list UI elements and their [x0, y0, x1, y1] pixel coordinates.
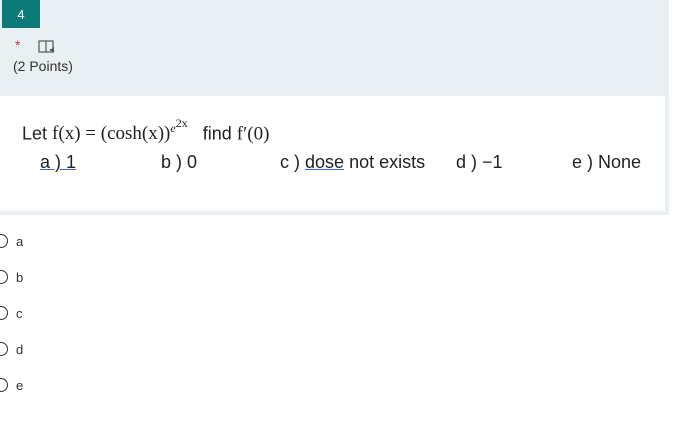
radio-button[interactable]: [0, 378, 8, 392]
option-b-text: b ) 0: [161, 152, 198, 172]
radio-button[interactable]: [0, 306, 8, 320]
option-a-text: a ) 1: [40, 152, 77, 172]
points-label: (2 Points): [13, 58, 73, 74]
choice-e[interactable]: e: [0, 375, 23, 395]
stem-suffix: find: [202, 123, 232, 144]
stem-prefix: Let: [22, 123, 48, 144]
choice-label: d: [16, 341, 24, 357]
choice-label: c: [16, 305, 23, 321]
option-e-text: e ) None: [572, 152, 642, 172]
stem-target: f′(0): [236, 123, 270, 145]
immersive-reader-icon[interactable]: [38, 40, 56, 54]
choice-b[interactable]: b: [0, 267, 23, 287]
choice-label: a: [16, 233, 24, 249]
stem-function: f(x) = (cosh(x))e2x: [52, 116, 188, 145]
question-card: Let f(x) = (cosh(x))e2x find f′(0) a ) 1…: [0, 96, 669, 215]
choice-label: b: [16, 269, 24, 285]
radio-button[interactable]: [0, 342, 8, 356]
option-c-text: c ) dose not exists: [280, 152, 426, 172]
question-stem: Let f(x) = (cosh(x))e2x find f′(0): [22, 116, 269, 145]
radio-button[interactable]: [0, 234, 8, 248]
required-asterisk: *: [15, 37, 21, 53]
question-number-badge: 4: [2, 0, 40, 28]
question-header: 4 * (2 Points): [0, 0, 669, 96]
choice-a[interactable]: a: [0, 231, 23, 251]
radio-button[interactable]: [0, 270, 8, 284]
choice-c[interactable]: c: [0, 303, 23, 323]
choice-label: e: [16, 377, 24, 393]
option-d-text: d ) −1: [456, 152, 503, 172]
choice-d[interactable]: d: [0, 339, 23, 359]
